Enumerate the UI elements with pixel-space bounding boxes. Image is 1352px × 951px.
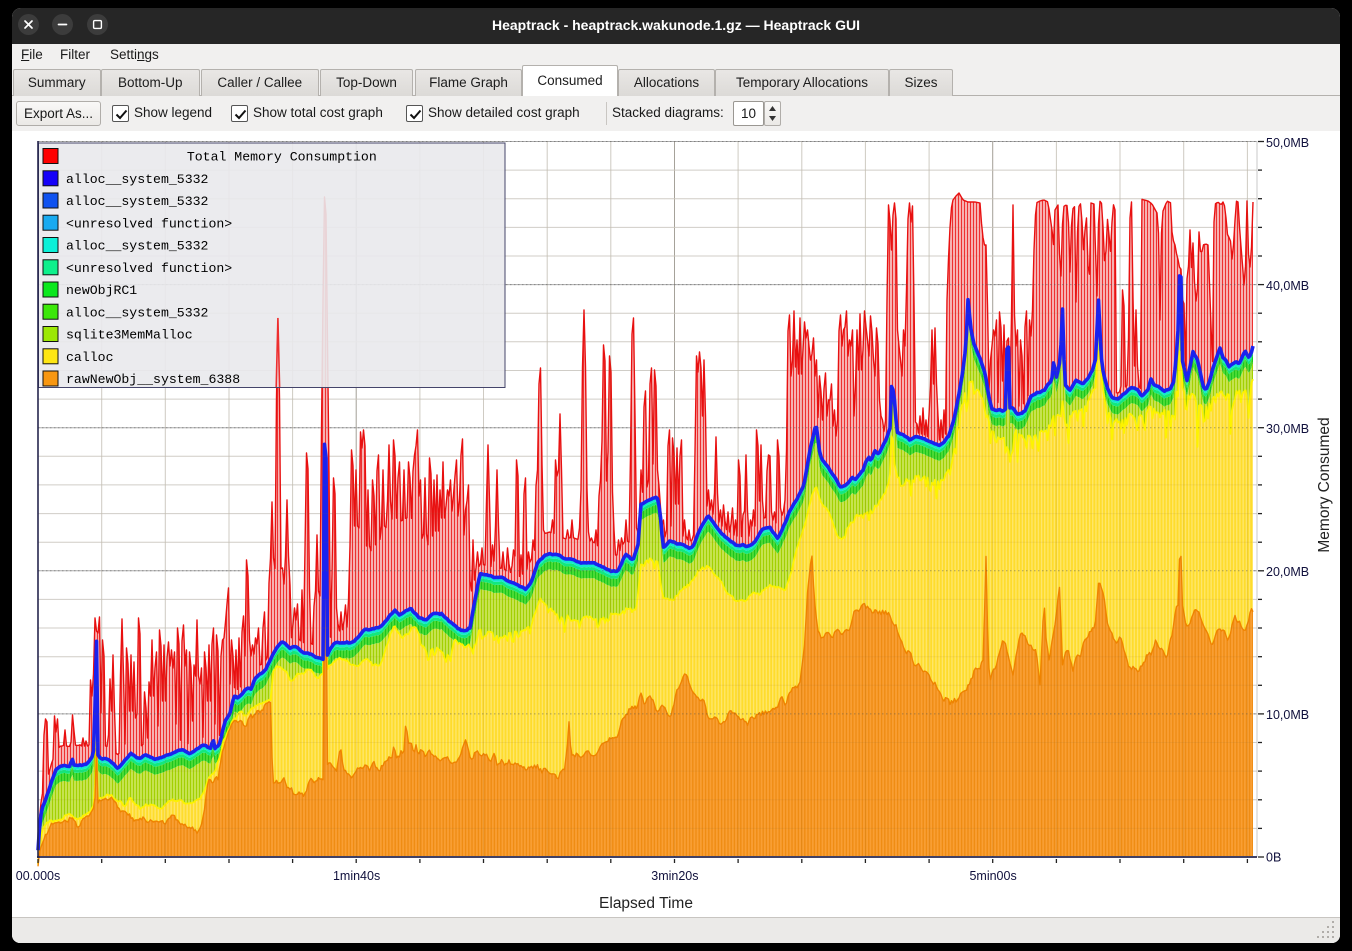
svg-text:<unresolved function>: <unresolved function> [66, 216, 232, 231]
svg-text:alloc__system_5332: alloc__system_5332 [66, 194, 208, 209]
svg-text:50,0MB: 50,0MB [1266, 136, 1309, 150]
svg-text:1min40s: 1min40s [333, 869, 380, 883]
svg-text:newObjRC1: newObjRC1 [66, 283, 137, 298]
svg-text:calloc: calloc [66, 350, 113, 365]
svg-text:alloc__system_5332: alloc__system_5332 [66, 239, 208, 254]
svg-text:10,0MB: 10,0MB [1266, 708, 1309, 722]
svg-text:3min20s: 3min20s [651, 869, 698, 883]
svg-text:Total Memory Consumption: Total Memory Consumption [187, 150, 377, 165]
svg-text:sqlite3MemMalloc: sqlite3MemMalloc [66, 328, 193, 343]
svg-text:alloc__system_5332: alloc__system_5332 [66, 172, 208, 187]
svg-text:40,0MB: 40,0MB [1266, 279, 1309, 293]
svg-text:Memory Consumed: Memory Consumed [1316, 417, 1333, 552]
svg-text:Elapsed Time: Elapsed Time [599, 895, 693, 912]
svg-text:rawNewObj__system_6388: rawNewObj__system_6388 [66, 372, 240, 387]
svg-text:alloc__system_5332: alloc__system_5332 [66, 305, 208, 320]
svg-text:30,0MB: 30,0MB [1266, 422, 1309, 436]
svg-text:<unresolved function>: <unresolved function> [66, 261, 232, 276]
svg-text:5min00s: 5min00s [969, 869, 1016, 883]
svg-text:0B: 0B [1266, 851, 1281, 865]
svg-text:20,0MB: 20,0MB [1266, 565, 1309, 579]
svg-text:00.000s: 00.000s [16, 869, 60, 883]
